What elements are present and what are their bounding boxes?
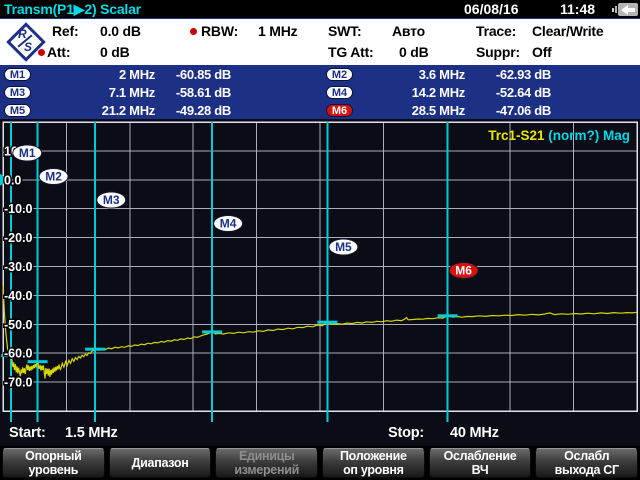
marker-level: -58.61 dB (175, 84, 231, 100)
att-value: 0 dB (100, 44, 130, 60)
chart: 10.00.0-10.0-20.0-30.0-40.0-50.0-60.0-70… (0, 121, 638, 422)
marker-badge-M3: M3 (4, 85, 31, 99)
time-text: 11:48 (560, 1, 596, 17)
trace-mode-value: Clear/Write (532, 23, 604, 39)
suppr-label: Suppr: (476, 44, 520, 60)
marker-level: -62.93 dB (495, 66, 551, 82)
marker-level: -47.06 dB (495, 102, 551, 118)
battery-dot (612, 7, 614, 12)
softkey-label: Опорный (25, 449, 82, 463)
chart-marker-badge-text: M4 (220, 217, 237, 231)
marker-tick-M4 (202, 330, 223, 334)
marker-badge-M2: M2 (326, 67, 353, 81)
marker-frequency: 28.5 MHz (411, 102, 466, 118)
ref-value: 0.0 dB (100, 23, 141, 39)
marker-table-row: M3 7.1 MHz -58.61 dB M4 14.2 MHz -52.64 dB (0, 83, 640, 101)
softkey-label: оп уровня (343, 463, 404, 477)
marker-frequency: 3.6 MHz (418, 66, 466, 82)
softkey-label: Диапазон (131, 456, 189, 470)
tg-att-value: 0 dB (399, 44, 429, 60)
marker-readout-M5: M5 21.2 MHz -49.28 dB (0, 101, 322, 119)
chart-marker-badge-text: M2 (45, 170, 62, 184)
chart-marker-badge-text: M1 (19, 146, 36, 160)
marker-badge-M6: M6 (326, 103, 353, 117)
stop-value: 40 MHz (450, 425, 499, 441)
marker-level: -49.28 dB (175, 102, 231, 118)
marker-readout-M3: M3 7.1 MHz -58.61 dB (0, 83, 322, 101)
y-axis-tick-label: -60.0 (4, 347, 33, 361)
softkey-label: Ослабл (564, 449, 610, 463)
trace-mode-label: Trace: (476, 23, 517, 39)
softkey-3[interactable]: Единицы измерений (215, 448, 319, 478)
marker-badge-M4: M4 (326, 85, 353, 99)
stop-label: Stop: (388, 425, 425, 441)
marker-badge-M1: M1 (4, 67, 31, 81)
marker-frequency: 7.1 MHz (108, 84, 156, 100)
date-text: 06/08/16 (464, 1, 519, 17)
suppr-value: Off (532, 44, 552, 60)
softkey-2[interactable]: Диапазон (108, 448, 212, 478)
charge-arrow-icon (621, 4, 628, 15)
att-change-dot (38, 49, 45, 56)
tg-att-label: TG Att: (328, 44, 374, 60)
rbw-value: 1 MHz (258, 23, 298, 39)
softkey-label: ВЧ (471, 463, 489, 477)
battery-charging-icon (612, 3, 638, 16)
att-label: Att: (47, 44, 71, 60)
softkey-label: Единицы (238, 449, 295, 463)
rbw-label: RBW: (201, 23, 239, 39)
battery-body (618, 3, 638, 16)
y-axis-tick-label: -30.0 (4, 260, 33, 274)
measurement-title: Transm(P1▶2) Scalar (4, 1, 141, 17)
marker-frequency: 2 MHz (118, 66, 155, 82)
start-label: Start: (9, 425, 46, 441)
settings-header: R S Ref: 0.0 dB RBW: 1 MHz SWT: Авто Tra… (0, 18, 640, 65)
marker-tick-M3 (85, 347, 106, 351)
marker-table: M1 2 MHz -60.85 dB M2 3.6 MHz -62.93 dB M3 7.1 … (0, 65, 640, 119)
softkey-label: Положение (340, 449, 407, 463)
frequency-axis-row: Start: 1.5 MHz Stop: 40 MHz (0, 423, 640, 443)
y-axis-tick-label: 0.0 (4, 173, 21, 187)
chart-marker-badge-text: M6 (455, 264, 472, 278)
y-axis-tick-label: -20.0 (4, 231, 33, 245)
marker-badge-M5: M5 (4, 103, 31, 117)
softkey-6[interactable]: Ослабл выхода СГ (535, 448, 639, 478)
marker-tick-M5 (317, 320, 338, 324)
battery-tip (615, 6, 617, 13)
y-axis-tick-label: -50.0 (4, 318, 33, 332)
marker-table-row: M1 2 MHz -60.85 dB M2 3.6 MHz -62.93 dB (0, 65, 640, 83)
marker-level: -52.64 dB (495, 84, 551, 100)
softkey-5[interactable]: Ослабление ВЧ (428, 448, 532, 478)
softkey-label: выхода СГ (554, 463, 620, 477)
marker-frequency: 21.2 MHz (101, 102, 156, 118)
swt-value: Авто (392, 23, 425, 39)
y-axis-tick-label: -40.0 (4, 289, 33, 303)
softkey-4[interactable]: Положение оп уровня (322, 448, 425, 478)
softkey-label: измерений (234, 463, 299, 477)
softkey-label: Ослабление (443, 449, 517, 463)
y-axis-tick-label: -70.0 (4, 376, 33, 390)
chart-marker-badge-text: M3 (103, 193, 120, 207)
ref-label: Ref: (52, 23, 79, 39)
softkey-1[interactable]: Опорный уровень (2, 448, 105, 478)
analyzer-screen: Transm(P1▶2) Scalar 06/08/16 11:48 R S R… (0, 0, 640, 480)
softkey-bar: Опорный уровень Диапазон Единицы измерений По… (0, 446, 640, 480)
marker-readout-M2: M2 3.6 MHz -62.93 dB (322, 65, 551, 83)
rbw-change-dot (190, 28, 197, 35)
chart-area: 10.00.0-10.0-20.0-30.0-40.0-50.0-60.0-70… (0, 119, 640, 446)
title-bar: Transm(P1▶2) Scalar 06/08/16 11:48 (0, 0, 640, 18)
marker-level: -60.85 dB (175, 66, 231, 82)
swt-label: SWT: (328, 23, 362, 39)
trace-label: Trc1-S21 (norm?) Mag (488, 128, 630, 143)
marker-table-row: M5 21.2 MHz -49.28 dB M6 28.5 MHz -47.06 dB (0, 101, 640, 119)
chart-marker-badge-text: M5 (335, 240, 352, 254)
marker-readout-M6: M6 28.5 MHz -47.06 dB (322, 101, 551, 119)
marker-frequency: 14.2 MHz (411, 84, 466, 100)
softkey-label: уровень (28, 463, 79, 477)
marker-tick-M6 (437, 314, 458, 318)
start-value: 1.5 MHz (65, 425, 118, 441)
y-axis-tick-label: -10.0 (4, 202, 33, 216)
marker-readout-M1: M1 2 MHz -60.85 dB (0, 65, 322, 83)
marker-readout-M4: M4 14.2 MHz -52.64 dB (322, 83, 551, 101)
